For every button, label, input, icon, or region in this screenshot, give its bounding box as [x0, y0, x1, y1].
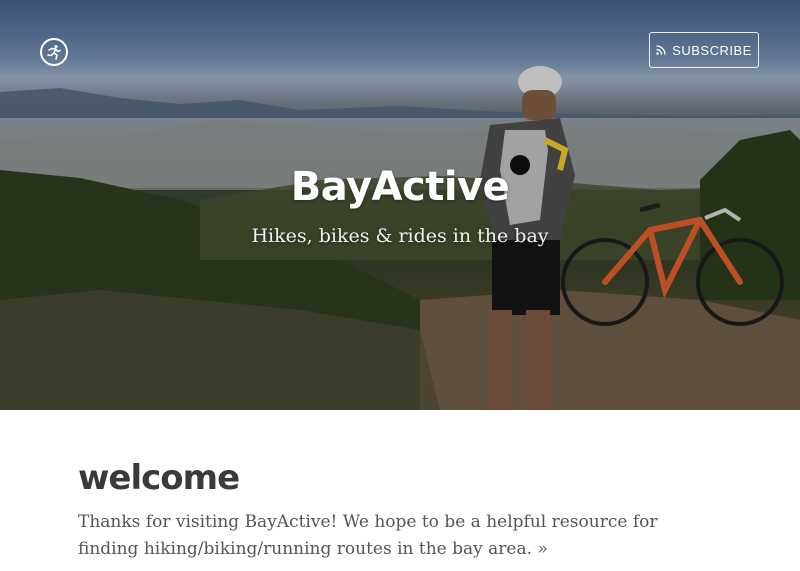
subscribe-button[interactable]: SUBSCRIBE — [649, 32, 759, 68]
site-description: Hikes, bikes & rides in the bay — [251, 225, 549, 247]
subscribe-label: SUBSCRIBE — [672, 42, 752, 58]
rss-icon — [656, 45, 666, 55]
post-excerpt: Thanks for visiting BayActive! We hope t… — [78, 509, 718, 563]
runner-icon[interactable] — [40, 38, 68, 66]
runner-icon-glyph — [47, 45, 61, 60]
post-excerpt-text: Thanks for visiting BayActive! We hope t… — [78, 512, 658, 559]
hero-header: SUBSCRIBE BayActive Hikes, bikes & rides… — [0, 0, 800, 410]
post-card: welcome Thanks for visiting BayActive! W… — [78, 455, 718, 563]
site-title[interactable]: BayActive — [0, 164, 800, 210]
post-list: welcome Thanks for visiting BayActive! W… — [78, 455, 718, 563]
post-title[interactable]: welcome — [78, 455, 718, 501]
read-more-link[interactable]: » — [537, 539, 547, 559]
